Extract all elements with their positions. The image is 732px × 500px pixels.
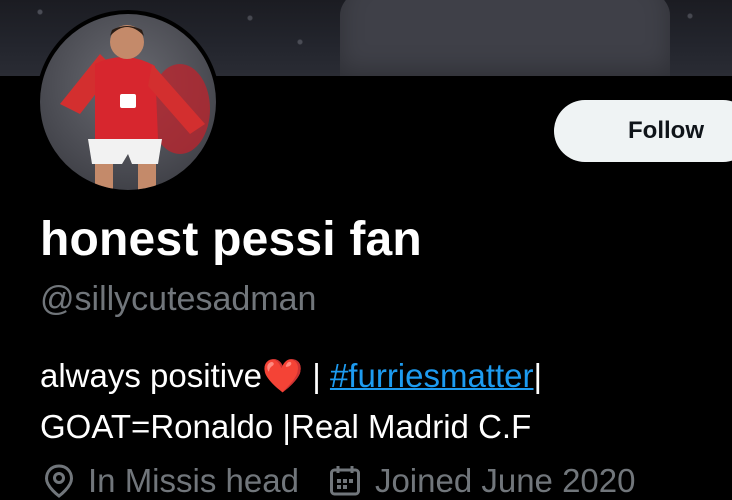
follow-button[interactable]: Follow	[554, 100, 732, 162]
profile-bio: always positive❤️ | #furriesmatter| GOAT…	[40, 350, 720, 452]
bio-separator: |	[303, 357, 330, 394]
profile-display-name: honest pessi fan	[40, 213, 422, 266]
joined-text: Joined June 2020	[374, 462, 636, 499]
calendar-icon	[329, 466, 360, 496]
profile-avatar[interactable]	[36, 10, 220, 194]
hashtag-link[interactable]: #furriesmatter	[330, 357, 534, 394]
bio-line-2: GOAT=Ronaldo |Real Madrid C.F	[40, 408, 532, 445]
profile-joined: Joined June 2020	[329, 462, 636, 500]
location-text: In Missis head	[88, 462, 299, 499]
heart-emoji-icon: ❤️	[261, 357, 304, 394]
profile-handle: @sillycutesadman	[40, 280, 317, 318]
profile-meta: In Missis head Joined June 2020	[44, 462, 666, 500]
banner-figure	[340, 0, 670, 76]
location-pin-icon	[44, 464, 74, 498]
avatar-player-illustration	[60, 25, 210, 190]
profile-location: In Missis head	[44, 462, 299, 500]
bio-text: always positive	[40, 357, 262, 394]
bio-line-1: always positive❤️ | #furriesmatter|	[40, 350, 720, 401]
avatar-photo	[40, 14, 216, 190]
bio-separator-end: |	[533, 357, 543, 394]
